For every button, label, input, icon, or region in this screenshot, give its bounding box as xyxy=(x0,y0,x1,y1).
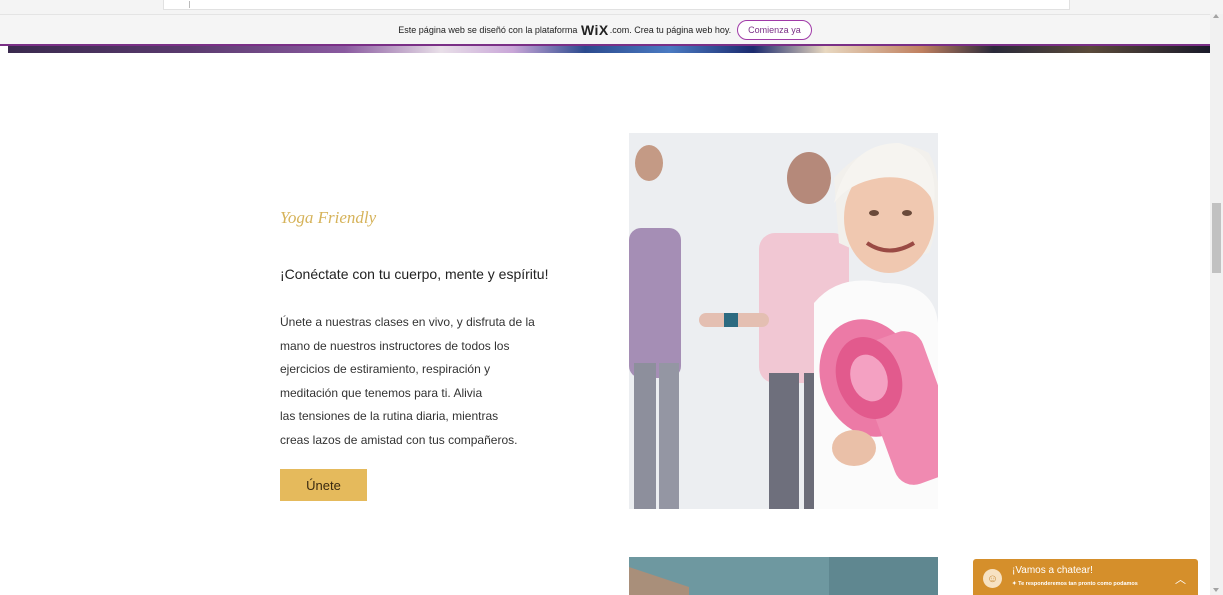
section-body: Únete a nuestras clases en vivo, y disfr… xyxy=(280,311,580,452)
banner-text-before: Este página web se diseñó con la platafo… xyxy=(398,24,578,35)
chat-widget[interactable]: ☺ ¡Vamos a chatear! ✦ Te responderemos t… xyxy=(973,559,1198,595)
hero-image-strip xyxy=(8,46,1210,53)
body-line: mano de nuestros instructores de todos l… xyxy=(280,338,510,353)
chat-subtitle: ✦ Te responderemos tan pronto como podam… xyxy=(1012,581,1138,587)
banner-text-after: .com. Crea tu página web hoy. xyxy=(609,24,732,35)
senior-yoga-illustration xyxy=(629,133,938,509)
smiley-icon: ☺ xyxy=(983,569,1002,588)
scroll-up-icon[interactable] xyxy=(1213,14,1219,18)
section-title: Yoga Friendly xyxy=(280,208,377,227)
scroll-down-icon[interactable] xyxy=(1213,588,1219,592)
chat-title: ¡Vamos a chatear! xyxy=(1012,565,1093,576)
body-line: las tensiones de la rutina diaria, mient… xyxy=(280,409,499,423)
chevron-up-icon[interactable]: ︿ xyxy=(1175,571,1186,587)
wix-promo-banner: Este página web se diseñó con la platafo… xyxy=(0,14,1210,46)
scroll-thumb[interactable] xyxy=(1212,203,1221,273)
yoga-photo xyxy=(629,133,938,509)
body-line: ejercicios de estiramiento, respiración … xyxy=(280,362,491,376)
start-now-button[interactable]: Comienza ya xyxy=(737,19,812,40)
wix-logo: WiX xyxy=(580,21,609,38)
page-scrollbar[interactable] xyxy=(1210,14,1223,595)
address-bar[interactable] xyxy=(163,0,1070,10)
body-line: Únete a nuestras clases en vivo, y disfr… xyxy=(280,315,535,329)
body-line: creas lazos de amistad con tus compañero… xyxy=(280,432,518,447)
browser-top-strip xyxy=(0,0,1223,14)
join-button[interactable]: Únete xyxy=(280,469,367,501)
secondary-photo-art xyxy=(629,557,938,595)
secondary-photo xyxy=(629,557,938,595)
section-subtitle: ¡Conéctate con tu cuerpo, mente y espíri… xyxy=(280,266,549,282)
body-line: meditación que tenemos para ti. Alivia xyxy=(280,385,483,400)
